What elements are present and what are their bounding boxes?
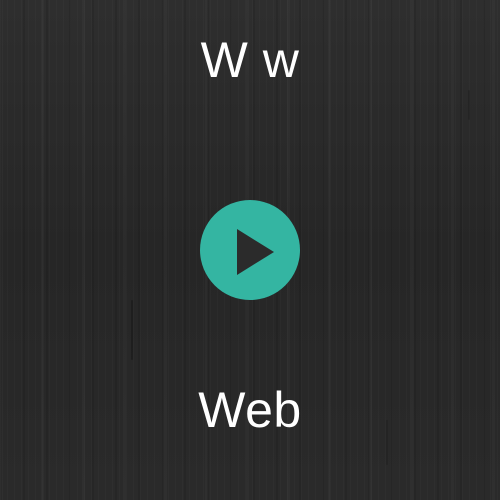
subtitle-text: Web — [198, 382, 302, 438]
title-text: W w — [200, 32, 300, 88]
play-button[interactable] — [200, 200, 300, 300]
wood-grain-detail — [468, 90, 470, 120]
video-thumbnail: W w Web — [0, 0, 500, 500]
wood-grain-detail — [131, 300, 133, 360]
play-icon — [200, 200, 300, 300]
